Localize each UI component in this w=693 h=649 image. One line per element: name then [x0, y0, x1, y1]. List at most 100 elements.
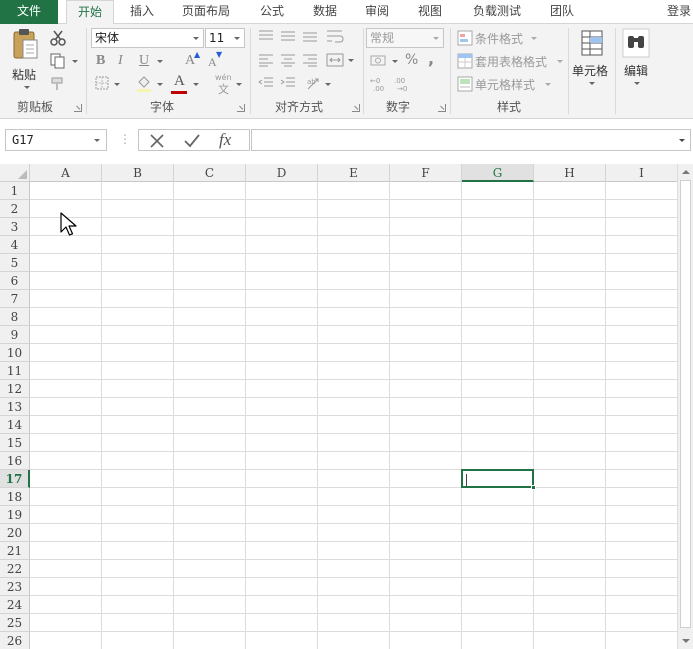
row-header-1[interactable]: 1 [0, 182, 30, 200]
bold-button[interactable]: B [96, 53, 105, 69]
row-header-4[interactable]: 4 [0, 236, 30, 254]
increase-indent-icon[interactable] [280, 76, 296, 90]
column-header-d[interactable]: D [246, 164, 318, 182]
row-header-26[interactable]: 26 [0, 632, 30, 649]
chevron-down-icon[interactable] [72, 60, 78, 63]
cell-styles-button[interactable]: 单元格样式 [455, 74, 565, 94]
fill-handle[interactable] [531, 485, 536, 490]
chevron-down-icon[interactable] [325, 83, 331, 86]
number-dialog-launcher[interactable] [438, 104, 446, 112]
vertical-scrollbar[interactable] [677, 164, 693, 649]
orientation-icon[interactable]: ab [306, 75, 322, 91]
merge-center-icon[interactable] [326, 52, 344, 68]
sign-in-link[interactable]: 登录 [665, 0, 693, 24]
wrap-text-icon[interactable] [326, 28, 344, 44]
chevron-down-icon[interactable] [236, 83, 242, 86]
align-middle-icon[interactable] [280, 29, 296, 43]
chevron-down-icon[interactable] [157, 83, 163, 86]
scrollbar-thumb[interactable] [680, 180, 691, 628]
tab-review[interactable]: 审阅 [356, 0, 398, 24]
decrease-indent-icon[interactable] [258, 76, 274, 90]
cancel-icon[interactable] [149, 133, 165, 149]
column-header-c[interactable]: C [174, 164, 246, 182]
tab-file[interactable]: 文件 [0, 0, 58, 24]
percent-button[interactable]: % [405, 52, 418, 68]
underline-button[interactable]: U [139, 53, 149, 69]
italic-button[interactable]: I [118, 53, 123, 69]
cells-button[interactable]: 单元格 [571, 28, 613, 98]
row-header-23[interactable]: 23 [0, 578, 30, 596]
tab-page-layout[interactable]: 页面布局 [172, 0, 240, 24]
scroll-up-arrow-icon[interactable] [682, 170, 690, 174]
decrease-decimal-icon[interactable]: .00→0 [394, 75, 414, 93]
align-center-icon[interactable] [280, 53, 296, 67]
row-header-16[interactable]: 16 [0, 452, 30, 470]
column-header-f[interactable]: F [390, 164, 462, 182]
tab-load-test[interactable]: 负载测试 [462, 0, 532, 24]
chevron-down-icon[interactable] [679, 139, 685, 142]
font-name-combo[interactable]: 宋体 [91, 28, 204, 48]
tab-insert[interactable]: 插入 [122, 0, 162, 24]
row-header-14[interactable]: 14 [0, 416, 30, 434]
font-size-combo[interactable]: 11 [205, 28, 245, 48]
number-format-combo[interactable]: 常规 [366, 28, 444, 48]
font-color-button[interactable]: A [174, 73, 185, 90]
row-header-18[interactable]: 18 [0, 488, 30, 506]
row-header-24[interactable]: 24 [0, 596, 30, 614]
align-left-icon[interactable] [258, 53, 274, 67]
currency-icon[interactable] [370, 53, 388, 69]
column-header-g[interactable]: G [462, 164, 534, 182]
align-right-icon[interactable] [302, 53, 318, 67]
tab-team[interactable]: 团队 [540, 0, 584, 24]
clipboard-dialog-launcher[interactable] [74, 104, 82, 112]
tab-view[interactable]: 视图 [408, 0, 452, 24]
row-header-3[interactable]: 3 [0, 218, 30, 236]
copy-icon[interactable] [50, 53, 66, 69]
format-as-table-button[interactable]: 套用表格格式 [455, 51, 565, 71]
chevron-down-icon[interactable] [157, 60, 163, 63]
scroll-down-arrow-icon[interactable] [682, 639, 690, 643]
row-header-21[interactable]: 21 [0, 542, 30, 560]
tab-home[interactable]: 开始 [66, 0, 114, 25]
increase-decimal-icon[interactable]: ←0.00 [370, 75, 390, 93]
editing-button[interactable]: 编辑 [618, 28, 654, 98]
row-header-15[interactable]: 15 [0, 434, 30, 452]
column-header-a[interactable]: A [30, 164, 102, 182]
row-header-8[interactable]: 8 [0, 308, 30, 326]
column-header-h[interactable]: H [534, 164, 606, 182]
comma-button[interactable]: , [428, 49, 434, 68]
name-box[interactable]: G17 [5, 129, 107, 151]
fill-color-icon[interactable] [135, 74, 153, 92]
cell-area[interactable] [30, 182, 677, 649]
row-header-7[interactable]: 7 [0, 290, 30, 308]
row-header-13[interactable]: 13 [0, 398, 30, 416]
enter-check-icon[interactable] [183, 133, 201, 149]
chevron-down-icon[interactable] [193, 83, 199, 86]
insert-function-button[interactable]: fx [219, 130, 231, 150]
scissors-icon[interactable] [50, 30, 66, 46]
column-header-e[interactable]: E [318, 164, 390, 182]
font-dialog-launcher[interactable] [237, 104, 245, 112]
conditional-formatting-button[interactable]: 条件格式 [455, 28, 565, 48]
paste-button[interactable]: 粘贴 [8, 28, 44, 92]
row-header-9[interactable]: 9 [0, 326, 30, 344]
chevron-down-icon[interactable] [348, 59, 354, 62]
row-header-12[interactable]: 12 [0, 380, 30, 398]
row-header-10[interactable]: 10 [0, 344, 30, 362]
borders-icon[interactable] [95, 76, 109, 90]
formula-input[interactable] [251, 129, 691, 151]
tab-formulas[interactable]: 公式 [250, 0, 294, 24]
row-header-5[interactable]: 5 [0, 254, 30, 272]
row-header-2[interactable]: 2 [0, 200, 30, 218]
row-header-19[interactable]: 19 [0, 506, 30, 524]
format-painter-icon[interactable] [50, 76, 66, 92]
select-all-button[interactable] [0, 164, 30, 182]
column-header-b[interactable]: B [102, 164, 174, 182]
align-top-icon[interactable] [258, 29, 274, 43]
row-header-17[interactable]: 17 [0, 470, 30, 488]
active-cell-selection[interactable] [461, 469, 536, 490]
chevron-down-icon[interactable] [114, 83, 120, 86]
column-header-i[interactable]: I [606, 164, 677, 182]
alignment-dialog-launcher[interactable] [352, 104, 360, 112]
row-header-22[interactable]: 22 [0, 560, 30, 578]
